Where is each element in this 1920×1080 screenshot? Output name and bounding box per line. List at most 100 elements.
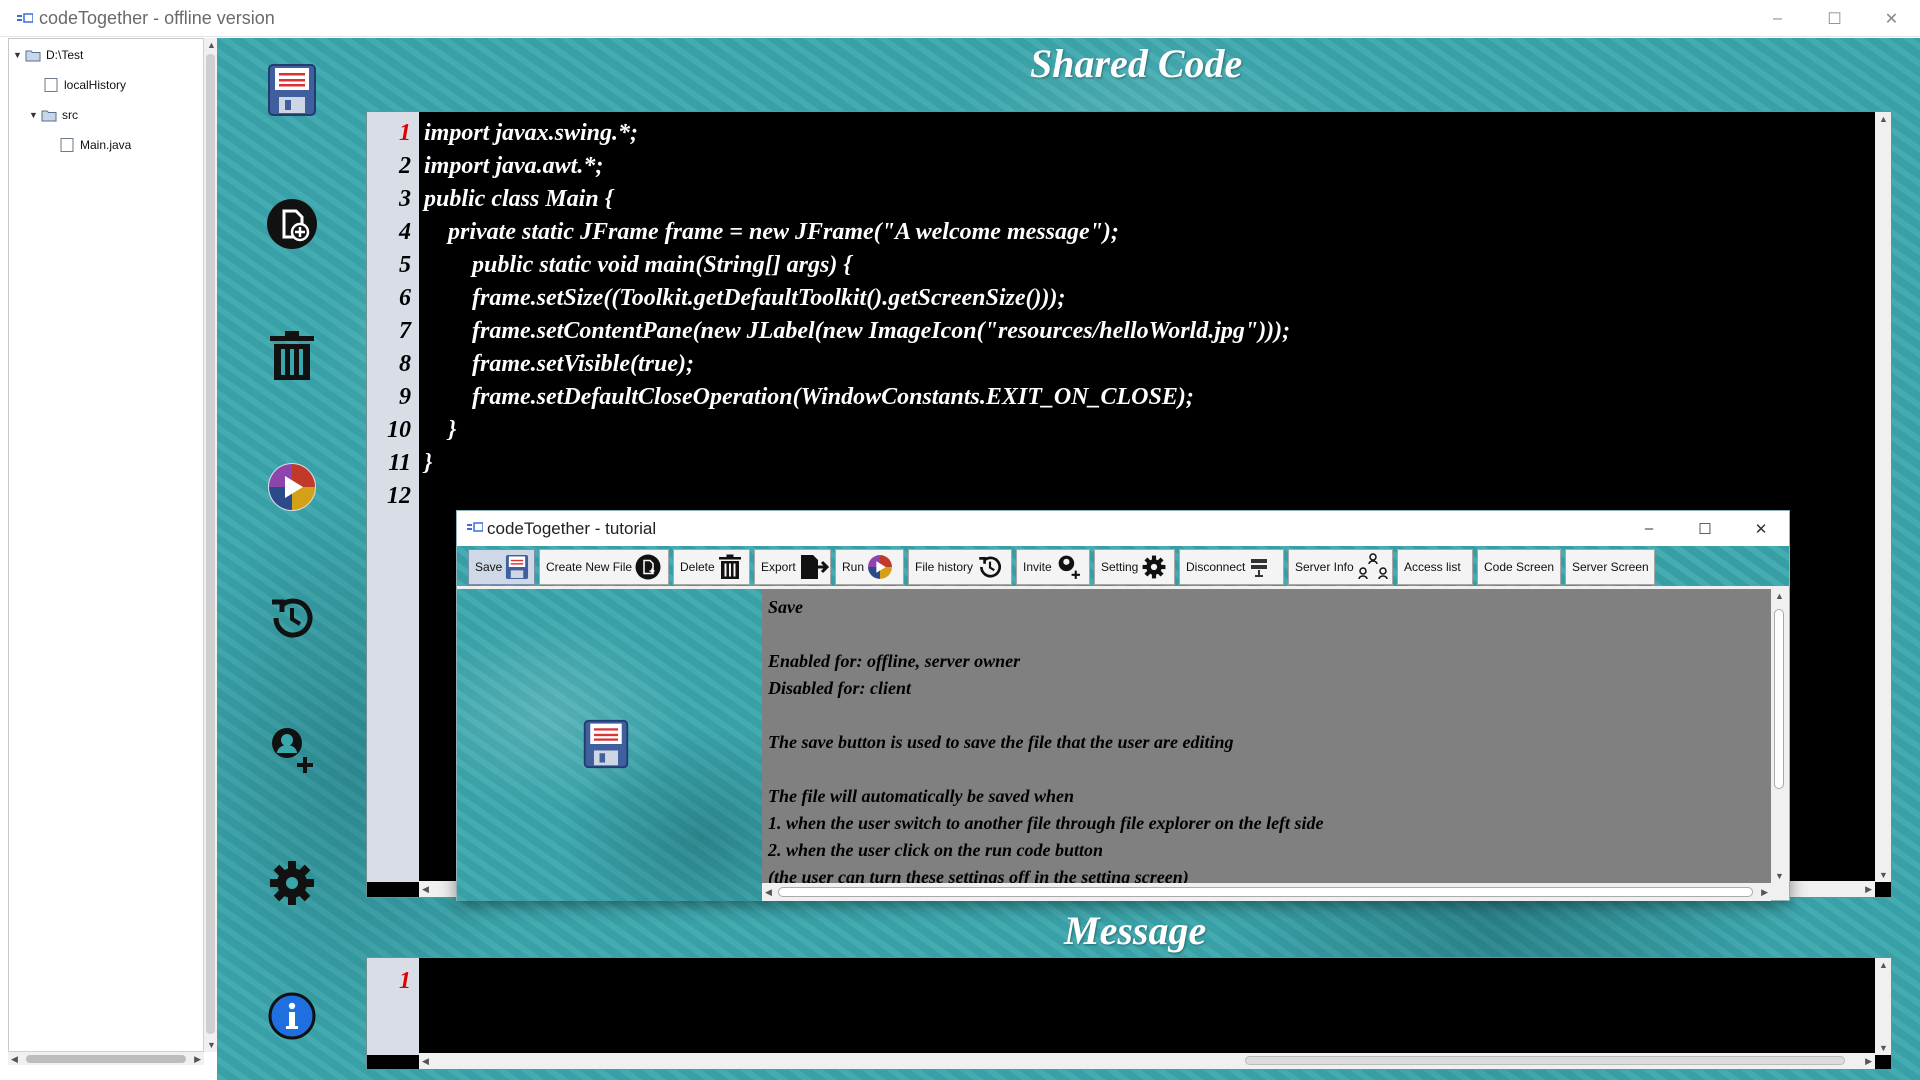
button-label: Delete	[680, 560, 715, 574]
tutorial-disconnect-button[interactable]: Disconnect	[1179, 549, 1284, 585]
button-label: Access list	[1404, 560, 1461, 574]
code-line[interactable]: }	[424, 450, 432, 477]
tree-horizontal-scrollbar[interactable]: ◀ ▶	[8, 1051, 204, 1065]
tutorial-file-history-button[interactable]: File history	[908, 549, 1012, 585]
expand-arrow-icon[interactable]: ▼	[29, 110, 41, 120]
scroll-left-icon[interactable]: ◀	[11, 1054, 18, 1065]
tutorial-text-line: 1. when the user switch to another file …	[768, 813, 1324, 833]
settings-icon[interactable]	[264, 855, 320, 911]
settings-icon	[1141, 554, 1167, 580]
window-controls: – ☐ ✕	[1749, 0, 1920, 37]
scroll-left-icon[interactable]: ◀	[765, 887, 772, 898]
tutorial-access-list-button[interactable]: Access list	[1397, 549, 1473, 585]
tutorial-title: codeTogether - tutorial	[487, 518, 657, 538]
tutorial-export-button[interactable]: Export	[754, 549, 831, 585]
code-line[interactable]: frame.setContentPane(new JLabel(new Imag…	[424, 318, 1290, 345]
scroll-down-icon[interactable]: ▼	[1879, 1043, 1888, 1053]
button-label: File history	[915, 560, 974, 574]
delete-icon[interactable]	[264, 328, 320, 384]
tutorial-server-screen-button[interactable]: Server Screen	[1565, 549, 1655, 585]
tutorial-setting-button[interactable]: Setting	[1094, 549, 1175, 585]
save-icon[interactable]	[264, 62, 320, 118]
folder-icon	[25, 50, 41, 62]
scroll-right-icon[interactable]: ▶	[1761, 887, 1768, 898]
scroll-down-icon[interactable]: ▼	[1775, 871, 1784, 881]
scroll-left-icon[interactable]: ◀	[422, 884, 429, 895]
button-label: Export	[761, 560, 796, 574]
editor-vertical-scrollbar[interactable]: ▲ ▼	[1875, 112, 1891, 882]
tree-item-label: D:\Test	[46, 48, 84, 62]
tutorial-invite-button[interactable]: Invite	[1016, 549, 1090, 585]
tutorial-vertical-scrollbar[interactable]: ▲ ▼	[1771, 589, 1789, 883]
close-button[interactable]: ✕	[1863, 0, 1920, 37]
invite-icon[interactable]	[264, 722, 320, 778]
message-horizontal-scrollbar[interactable]: ◀ ▶	[419, 1053, 1875, 1069]
code-line[interactable]: frame.setDefaultCloseOperation(WindowCon…	[424, 384, 1194, 411]
code-line[interactable]: public static void main(String[] args) {	[424, 252, 852, 279]
tutorial-save-button[interactable]: Save	[468, 549, 535, 585]
run-icon	[867, 554, 893, 580]
scroll-thumb[interactable]	[206, 54, 215, 1034]
tutorial-horizontal-scrollbar[interactable]: ◀ ▶	[762, 883, 1771, 901]
tutorial-text-line: The save button is used to save the file…	[768, 732, 1234, 752]
tree-item-src[interactable]: ▼ src	[29, 105, 78, 125]
tutorial-server-info-button[interactable]: Server Info	[1288, 549, 1393, 585]
scroll-down-icon[interactable]: ▼	[1879, 870, 1888, 880]
code-line[interactable]: frame.setSize((Toolkit.getDefaultToolkit…	[424, 285, 1065, 312]
button-label: Setting	[1101, 560, 1139, 574]
scroll-down-icon[interactable]: ▼	[207, 1040, 216, 1050]
code-line[interactable]: import javax.swing.*;	[424, 120, 638, 147]
scroll-thumb[interactable]	[1774, 609, 1784, 789]
tutorial-minimize-button[interactable]: –	[1621, 511, 1677, 546]
message-box[interactable]: 1 ▲ ▼ ◀ ▶	[366, 957, 1892, 1070]
scroll-up-icon[interactable]: ▲	[1879, 114, 1888, 124]
message-vertical-scrollbar[interactable]: ▲ ▼	[1875, 958, 1891, 1055]
file-icon	[44, 78, 58, 92]
code-line[interactable]: private static JFrame frame = new JFrame…	[424, 219, 1119, 246]
scroll-right-icon[interactable]: ▶	[1865, 884, 1872, 895]
info-icon[interactable]	[264, 988, 320, 1044]
scroll-thumb[interactable]	[26, 1055, 186, 1063]
code-line[interactable]: frame.setVisible(true);	[424, 351, 694, 378]
expand-arrow-icon[interactable]: ▼	[13, 50, 25, 60]
scroll-up-icon[interactable]: ▲	[207, 40, 216, 50]
tutorial-toolbar: Save Create New File Delete Export Run F…	[457, 546, 1789, 586]
line-number: 10	[387, 417, 411, 443]
message-heading: Message	[1064, 908, 1207, 953]
tutorial-maximize-button[interactable]: ☐	[1677, 511, 1733, 546]
button-label: Disconnect	[1186, 560, 1246, 574]
tree-item-root[interactable]: ▼ D:\Test	[13, 45, 83, 65]
create-file-icon[interactable]	[264, 196, 320, 252]
code-line[interactable]: }	[424, 417, 456, 444]
button-label: Server Info	[1295, 560, 1354, 574]
tutorial-text-line: Enabled for: offline, server owner	[768, 651, 1021, 671]
code-line[interactable]: public class Main {	[424, 186, 613, 213]
folder-icon	[41, 110, 57, 122]
tutorial-preview-panel	[457, 589, 762, 901]
tree-item-main-java[interactable]: Main.java	[59, 135, 131, 155]
maximize-button[interactable]: ☐	[1806, 0, 1863, 37]
tutorial-code-screen-button[interactable]: Code Screen	[1477, 549, 1561, 585]
tutorial-close-button[interactable]: ✕	[1733, 511, 1789, 546]
run-icon[interactable]	[264, 459, 320, 515]
tree-vertical-scrollbar[interactable]: ▲ ▼	[203, 38, 217, 1052]
scroll-thumb[interactable]	[778, 887, 1753, 897]
history-icon[interactable]	[264, 590, 320, 646]
button-label: Invite	[1023, 560, 1052, 574]
tutorial-text-line: Disabled for: client	[768, 678, 911, 698]
scroll-up-icon[interactable]: ▲	[1775, 591, 1784, 601]
scroll-right-icon[interactable]: ▶	[194, 1054, 201, 1065]
disconnect-icon	[1248, 556, 1270, 578]
scroll-right-icon[interactable]: ▶	[1865, 1056, 1872, 1067]
tutorial-run-button[interactable]: Run	[835, 549, 904, 585]
tutorial-delete-button[interactable]: Delete	[673, 549, 750, 585]
scroll-thumb[interactable]	[1245, 1056, 1845, 1065]
minimize-button[interactable]: –	[1749, 0, 1806, 37]
scroll-up-icon[interactable]: ▲	[1879, 960, 1888, 970]
scroll-left-icon[interactable]: ◀	[422, 1056, 429, 1067]
tutorial-create-file-button[interactable]: Create New File	[539, 549, 669, 585]
tree-item-localhistory[interactable]: localHistory	[43, 75, 126, 95]
server-info-icon	[1357, 552, 1389, 582]
code-line[interactable]: import java.awt.*;	[424, 153, 603, 180]
create-file-icon	[635, 554, 661, 580]
